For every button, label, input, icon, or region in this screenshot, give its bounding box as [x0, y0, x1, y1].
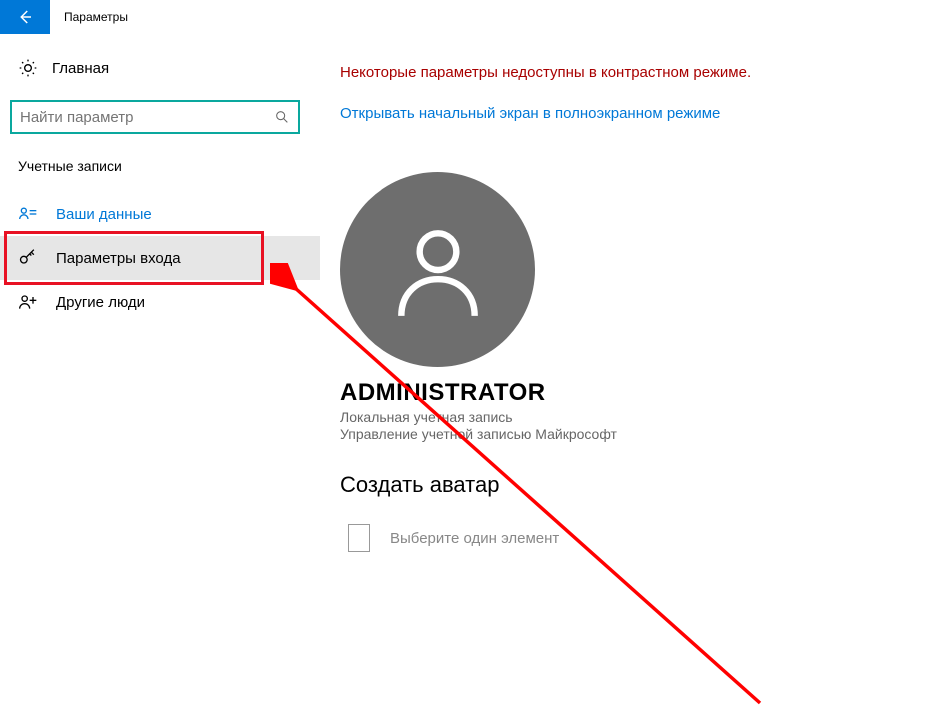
- avatar: [340, 172, 535, 367]
- fullscreen-start-link[interactable]: Открывать начальный экран в полноэкранно…: [340, 105, 720, 122]
- sidebar-item-label: Ваши данные: [56, 206, 152, 223]
- section-heading: Учетные записи: [0, 158, 320, 192]
- sidebar-item-label: Параметры входа: [56, 250, 181, 267]
- create-avatar-heading: Создать аватар: [340, 472, 925, 498]
- select-one-label: Выберите один элемент: [390, 530, 559, 547]
- sidebar-item-sign-in-options[interactable]: Параметры входа: [0, 236, 320, 280]
- account-type-label: Локальная учетная запись: [340, 409, 925, 425]
- people-plus-icon: [18, 292, 38, 312]
- window-title: Параметры: [64, 10, 128, 24]
- person-icon: [383, 215, 493, 325]
- sidebar: Главная Учетные записи Ваши: [0, 34, 320, 723]
- contrast-mode-notice: Некоторые параметры недоступны в контрас…: [340, 64, 925, 81]
- gear-icon: [18, 58, 38, 78]
- manage-microsoft-account-link[interactable]: Управление учетной записью Майкрософт: [340, 426, 925, 442]
- search-input[interactable]: [20, 109, 274, 126]
- sidebar-item-other-users[interactable]: Другие люди: [0, 280, 320, 324]
- content-area: Некоторые параметры недоступны в контрас…: [320, 34, 945, 723]
- sidebar-item-label: Другие люди: [56, 294, 145, 311]
- sidebar-item-your-info[interactable]: Ваши данные: [0, 192, 320, 236]
- back-arrow-icon: [16, 8, 34, 26]
- home-button[interactable]: Главная: [0, 54, 320, 86]
- key-icon: [18, 248, 38, 268]
- home-label: Главная: [52, 60, 109, 77]
- person-card-icon: [18, 204, 38, 224]
- search-input-wrap[interactable]: [10, 100, 300, 134]
- search-icon: [274, 109, 290, 125]
- back-button[interactable]: [0, 0, 50, 34]
- browse-avatar-button[interactable]: [348, 524, 370, 552]
- user-name: ADMINISTRATOR: [340, 379, 925, 407]
